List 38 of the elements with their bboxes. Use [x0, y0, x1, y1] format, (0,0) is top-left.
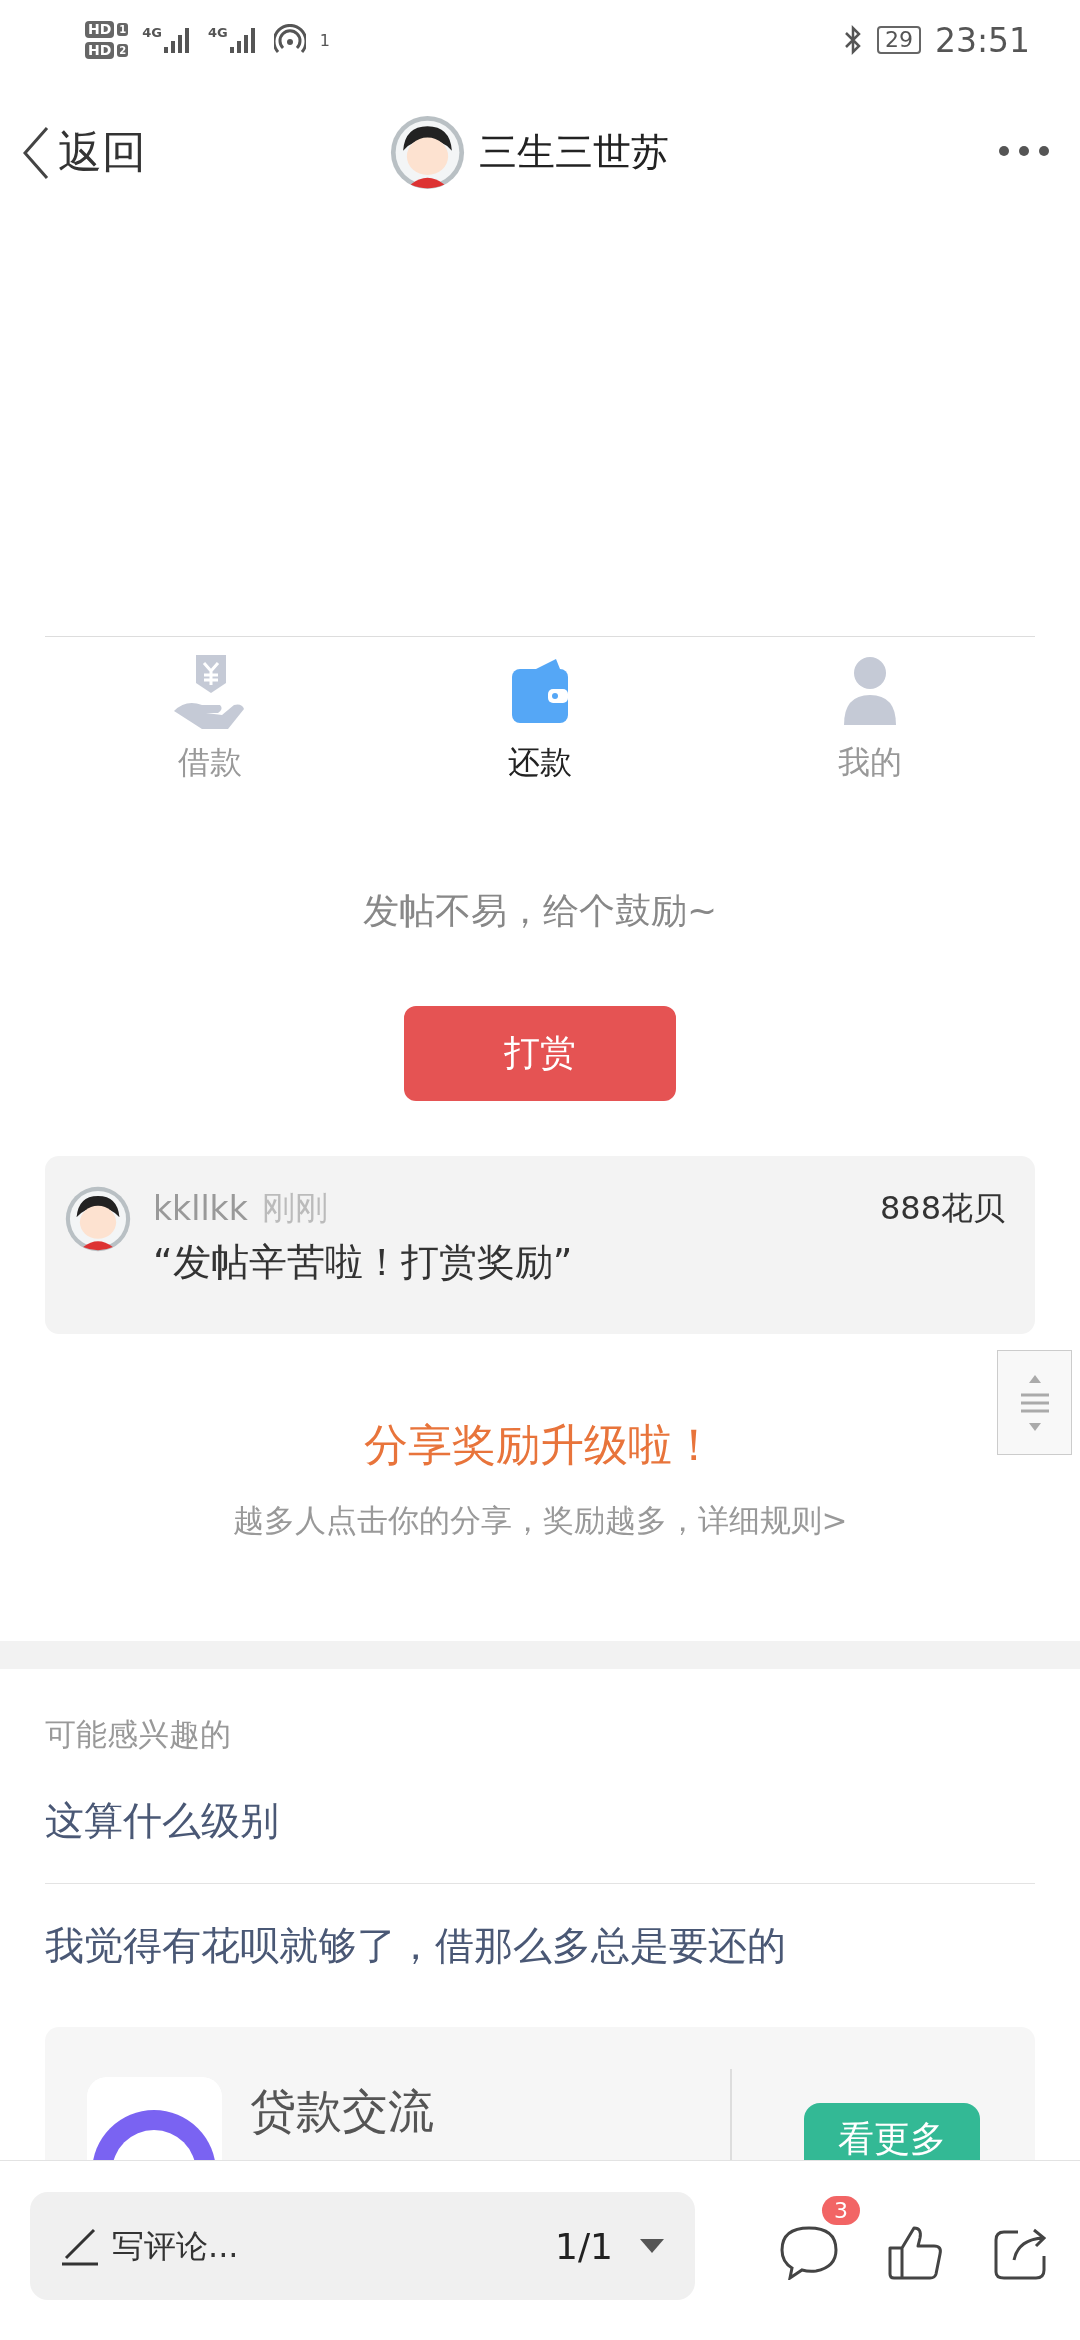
- hd-badge: HD: [85, 21, 115, 38]
- sim-slot: 1: [117, 23, 129, 36]
- battery-level: 29: [876, 26, 921, 54]
- hd-badge: HD: [85, 42, 115, 59]
- pencil-icon: [60, 2226, 100, 2266]
- related-post-link[interactable]: 这算什么级别: [45, 1794, 279, 1848]
- nav-tab[interactable]: 借款: [45, 637, 375, 801]
- comment-input[interactable]: 写评论...: [110, 2226, 546, 2266]
- tip-amount: 888花贝: [879, 1187, 1005, 1229]
- network-type: 4G: [142, 25, 163, 40]
- page-indicator: 1/1: [555, 2225, 613, 2267]
- dropdown-icon[interactable]: [639, 2238, 665, 2254]
- sim-slot: 2: [117, 44, 129, 57]
- thumbs-up-icon[interactable]: [886, 2224, 944, 2282]
- user-name: kkllkk: [153, 1189, 248, 1228]
- hotspot-icon: [273, 24, 306, 56]
- comment-icon[interactable]: [780, 2224, 838, 2280]
- comment-time: 刚刚: [261, 1187, 329, 1229]
- tip-message: “发帖辛苦啦！打赏奖励”: [153, 1239, 574, 1286]
- nav-tab[interactable]: 还款: [375, 637, 705, 801]
- avatar-icon: [65, 1186, 131, 1252]
- bluetooth-icon: [842, 24, 863, 56]
- network-type: 4G: [208, 25, 228, 40]
- encourage-text: 发帖不易，给个鼓励~: [362, 889, 718, 933]
- clock-time: 23:51: [934, 20, 1030, 60]
- author-name: 三生三世苏: [479, 129, 669, 176]
- see-more-button[interactable]: 看更多: [803, 2103, 980, 2160]
- nav-tab[interactable]: 我的: [705, 637, 1035, 801]
- section-heading: 可能感兴趣的: [45, 1715, 232, 1754]
- avatar-icon: [390, 115, 465, 190]
- promo-title: 分享奖励升级啦！: [364, 1418, 716, 1472]
- hotspot-count: 1: [319, 30, 330, 50]
- tip-button[interactable]: 打赏: [404, 1006, 676, 1101]
- chevron-left-icon: [22, 124, 50, 181]
- comment-count-badge: 3: [822, 2196, 860, 2225]
- promo-rules-link[interactable]: 越多人点击你的分享，奖励越多，详细规则>: [232, 1498, 848, 1542]
- group-name: 贷款交流: [250, 2083, 435, 2140]
- related-post-link[interactable]: 我觉得有花呗就够了，借那么多总是要还的: [45, 1919, 786, 1973]
